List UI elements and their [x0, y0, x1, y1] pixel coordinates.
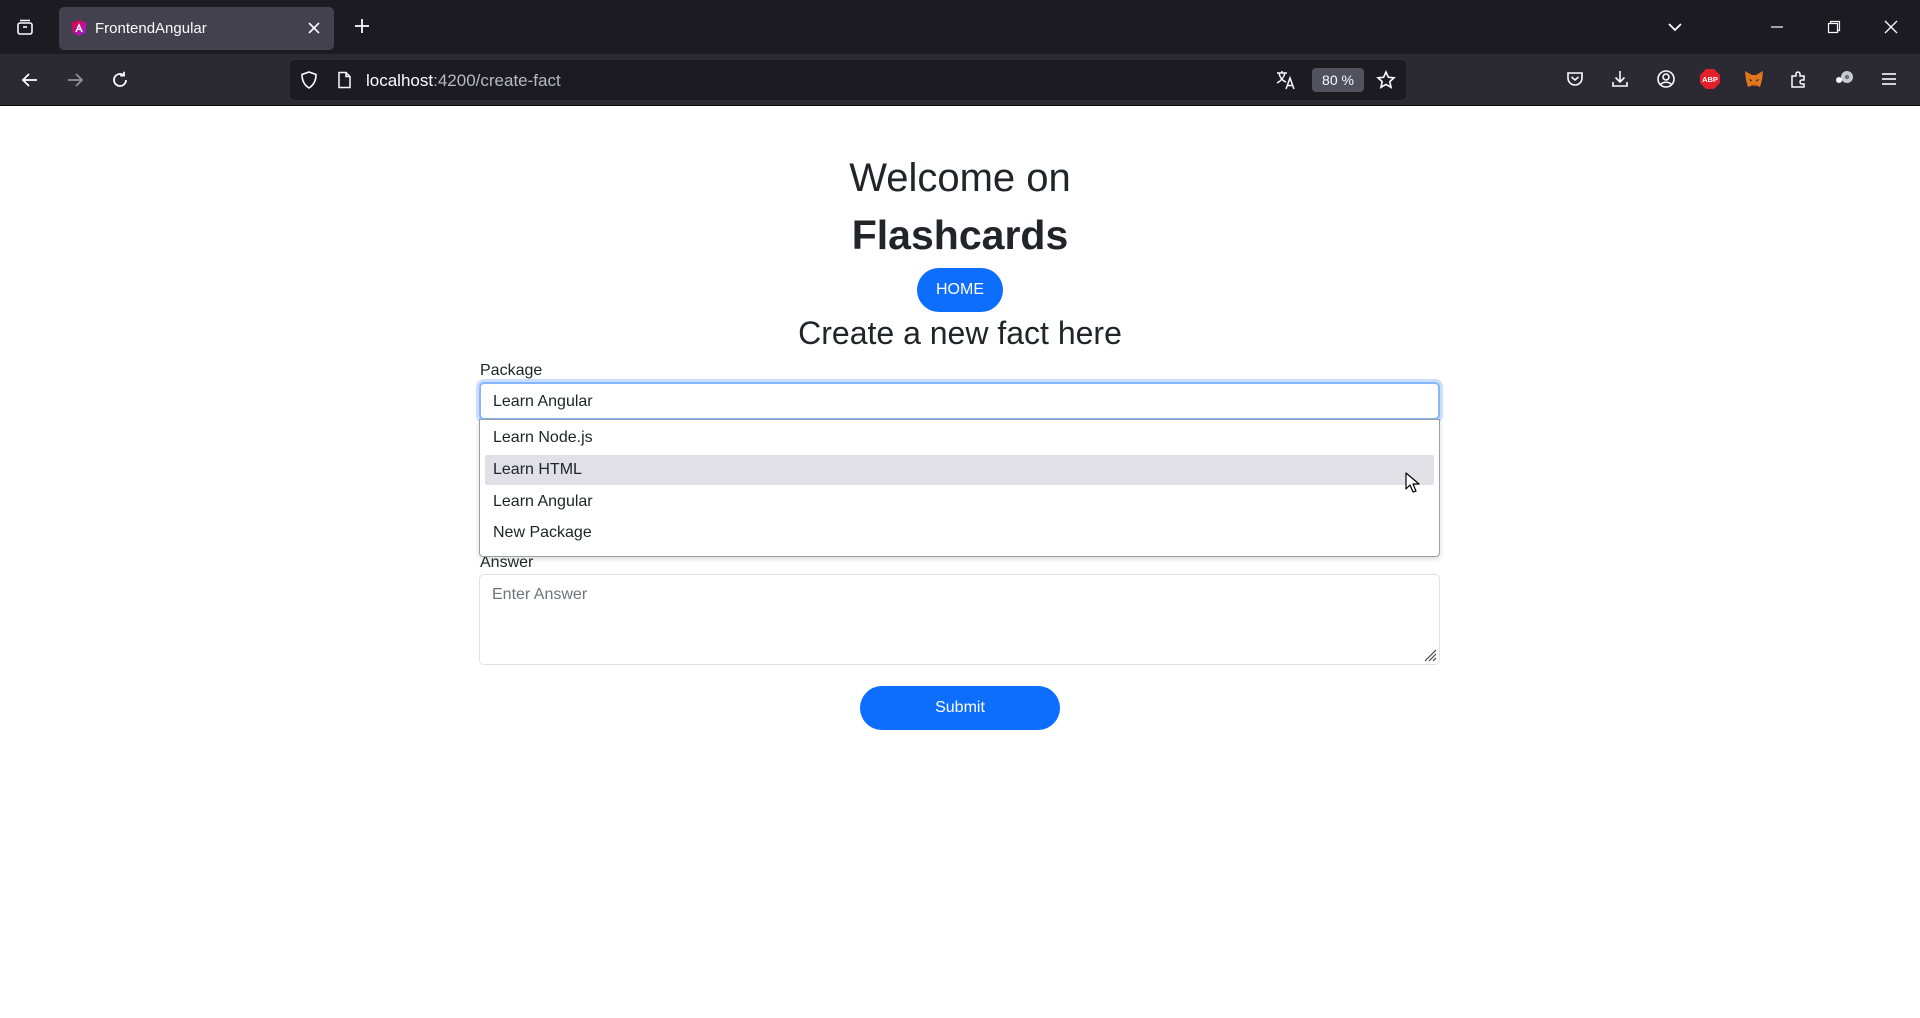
shield-icon[interactable]	[298, 69, 320, 91]
tab-strip: FrontendAngular	[0, 0, 1920, 54]
url-path: :4200/create-fact	[433, 71, 561, 90]
option-learn-angular[interactable]: Learn Angular	[485, 487, 1434, 517]
forward-icon[interactable]	[60, 65, 90, 95]
submit-button[interactable]: Submit	[860, 686, 1060, 730]
star-icon[interactable]	[1375, 69, 1397, 91]
option-new-package[interactable]: New Package	[485, 518, 1434, 548]
page-title: Create a new fact here	[798, 315, 1122, 351]
answer-textarea[interactable]: Enter Answer	[479, 574, 1440, 665]
tab-list-icon[interactable]	[10, 12, 40, 42]
page-icon[interactable]	[333, 69, 355, 91]
option-learn-html[interactable]: Learn HTML	[485, 455, 1434, 485]
download-icon[interactable]	[1606, 65, 1634, 93]
metamask-icon[interactable]	[1740, 65, 1768, 93]
restore-icon[interactable]	[1819, 12, 1849, 42]
answer-placeholder: Enter Answer	[492, 586, 588, 603]
pocket-icon[interactable]	[1561, 65, 1589, 93]
extensions-icon[interactable]	[1785, 65, 1813, 93]
brand-title: Flashcards	[851, 212, 1069, 258]
close-icon[interactable]	[304, 18, 324, 38]
package-select[interactable]: Learn Angular	[479, 382, 1440, 420]
angular-favicon-icon	[70, 19, 88, 37]
plus-icon[interactable]	[349, 13, 375, 39]
adblock-icon[interactable]: ABP	[1696, 65, 1724, 93]
reload-icon[interactable]	[105, 65, 135, 95]
back-icon[interactable]	[15, 65, 45, 95]
welcome-heading: Welcome on	[849, 156, 1071, 200]
url-text[interactable]: localhost:4200/create-fact	[366, 71, 561, 91]
tab-title: FrontendAngular	[95, 20, 207, 37]
chevron-down-icon[interactable]	[1660, 12, 1690, 42]
url-host: localhost	[366, 71, 434, 90]
profile-icon[interactable]	[1830, 65, 1858, 93]
mouse-cursor-icon	[1405, 472, 1420, 493]
url-bar[interactable]: localhost:4200/create-fact 80 %	[290, 60, 1406, 100]
window-close-icon[interactable]	[1876, 12, 1906, 42]
adblock-label: ABP	[1702, 75, 1718, 84]
option-learn-nodejs[interactable]: Learn Node.js	[485, 423, 1434, 453]
minimize-icon[interactable]	[1762, 12, 1792, 42]
resize-grip-icon[interactable]	[1421, 646, 1437, 662]
package-dropdown-list: Learn Node.js Learn HTML Learn Angular N…	[479, 419, 1440, 557]
zoom-level-badge[interactable]: 80 %	[1312, 68, 1364, 92]
package-selected-value: Learn Angular	[493, 393, 593, 410]
translate-icon[interactable]	[1275, 69, 1297, 91]
home-button[interactable]: HOME	[917, 268, 1003, 312]
package-label: Package	[480, 362, 543, 379]
active-tab[interactable]: FrontendAngular	[59, 7, 334, 50]
account-icon[interactable]	[1652, 65, 1680, 93]
navigation-toolbar: localhost:4200/create-fact 80 % ABP	[0, 54, 1920, 106]
page-content: Welcome on Flashcards HOME Create a new …	[0, 106, 1920, 1018]
menu-icon[interactable]	[1875, 65, 1903, 93]
